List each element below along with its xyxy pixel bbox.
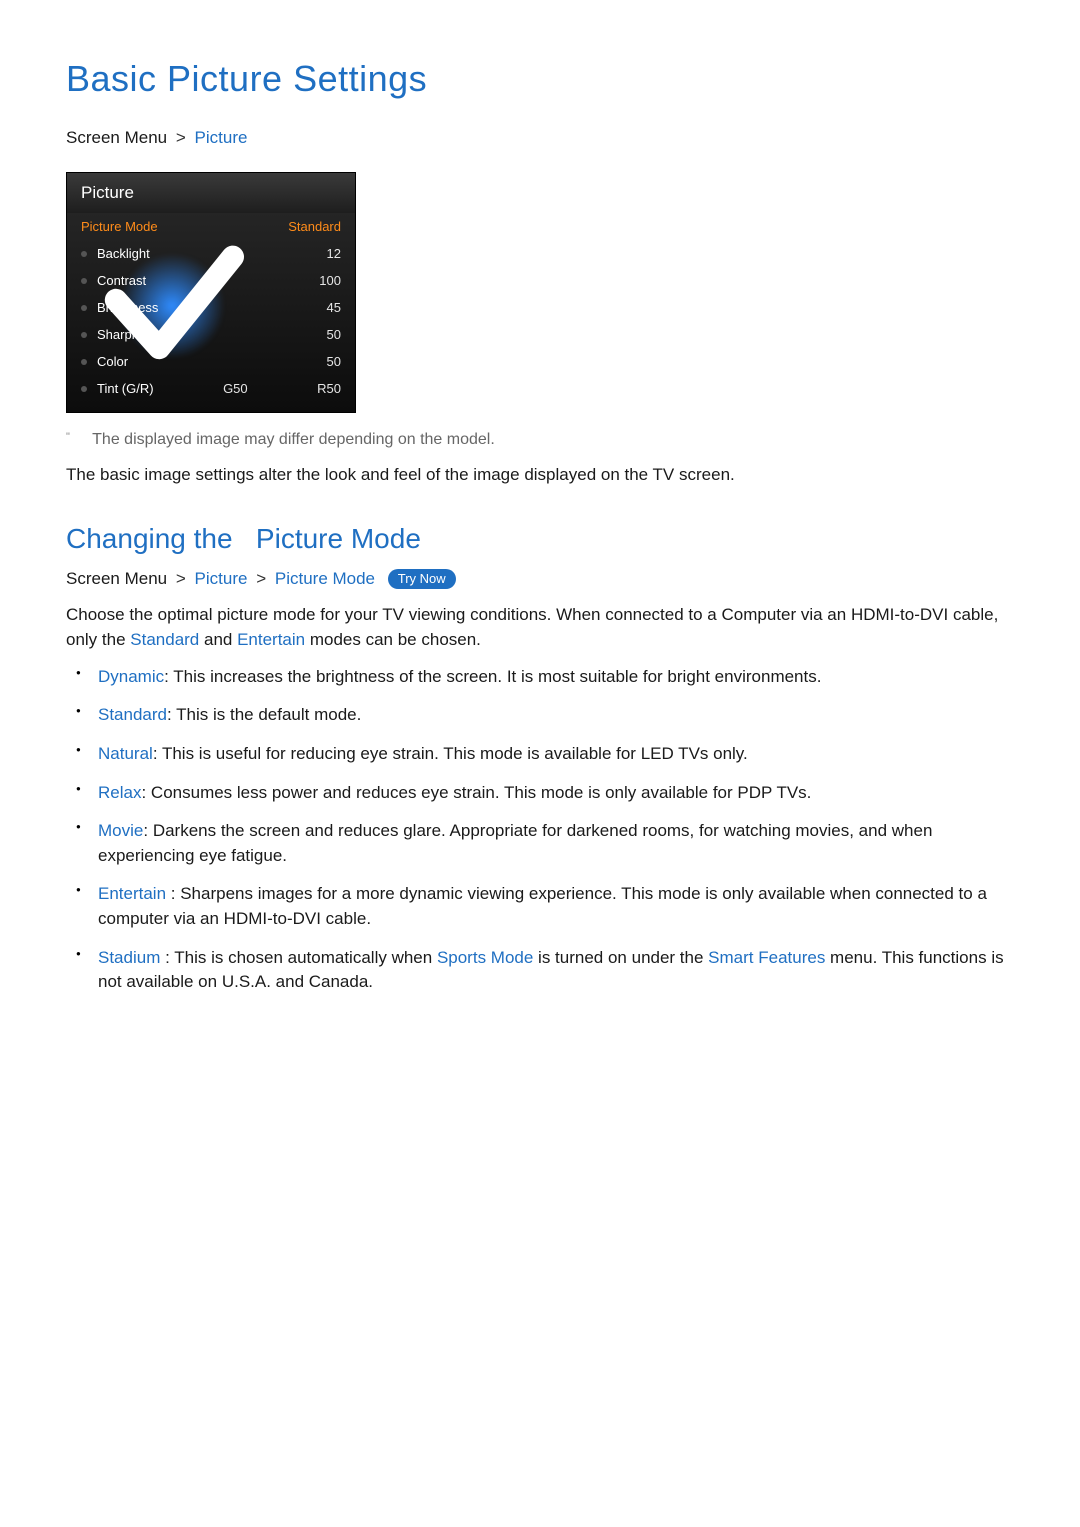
mode-name: Stadium bbox=[98, 948, 160, 967]
bullet-icon bbox=[81, 278, 87, 284]
menu-row-label: Picture Mode bbox=[81, 219, 158, 234]
breadcrumb-top: Screen Menu > Picture bbox=[66, 128, 1014, 148]
section-title-part-a: Changing the bbox=[66, 523, 240, 554]
intro-e: modes can be chosen. bbox=[305, 630, 481, 649]
intro-b: Standard bbox=[130, 630, 199, 649]
mode-sep: : bbox=[153, 744, 162, 763]
menu-row-brightness[interactable]: Brightness 45 bbox=[67, 294, 355, 321]
mode-text: Consumes less power and reduces eye stra… bbox=[151, 783, 812, 802]
model-note: " The displayed image may differ dependi… bbox=[66, 431, 1014, 449]
intro-paragraph: The basic image settings alter the look … bbox=[66, 463, 1014, 487]
mode-name: Standard bbox=[98, 705, 167, 724]
breadcrumb-sep: > bbox=[176, 128, 186, 147]
menu-row-backlight[interactable]: Backlight 12 bbox=[67, 240, 355, 267]
menu-row-label: Sharpness bbox=[97, 327, 159, 342]
mode-list: Dynamic: This increases the brightness o… bbox=[66, 665, 1014, 995]
mode-sep: : bbox=[143, 821, 152, 840]
breadcrumb-sep: > bbox=[176, 569, 186, 588]
mode-text: This increases the brightness of the scr… bbox=[173, 667, 821, 686]
mode-name: Relax bbox=[98, 783, 141, 802]
menu-row-value: 50 bbox=[327, 327, 341, 342]
mode-sep: : bbox=[160, 948, 174, 967]
section-title-changing: Changing the Picture Mode bbox=[66, 523, 1014, 555]
menu-row-picture-mode[interactable]: Picture Mode Standard bbox=[67, 213, 355, 240]
menu-row-value: 12 bbox=[327, 246, 341, 261]
mode-name: Movie bbox=[98, 821, 143, 840]
menu-row-value: 45 bbox=[327, 300, 341, 315]
bullet-icon bbox=[81, 386, 87, 392]
mode-sep: : bbox=[166, 884, 180, 903]
mode-sep: : bbox=[167, 705, 176, 724]
mode-name: Natural bbox=[98, 744, 153, 763]
bullet-icon bbox=[81, 332, 87, 338]
breadcrumb-leaf: Picture bbox=[195, 128, 248, 147]
mode-item-stadium: Stadium : This is chosen automatically w… bbox=[94, 946, 1014, 995]
menu-row-label: Tint (G/R) bbox=[97, 381, 154, 396]
bullet-icon bbox=[81, 359, 87, 365]
stadium-k2: Smart Features bbox=[708, 948, 825, 967]
mode-text: Sharpens images for a more dynamic viewi… bbox=[98, 884, 987, 928]
menu-row-tint[interactable]: Tint (G/R) G50 R50 bbox=[67, 375, 355, 402]
mode-item-dynamic: Dynamic: This increases the brightness o… bbox=[94, 665, 1014, 690]
mode-sep: : bbox=[164, 667, 173, 686]
mode-intro-paragraph: Choose the optimal picture mode for your… bbox=[66, 603, 1014, 652]
model-note-text: The displayed image may differ depending… bbox=[92, 431, 495, 448]
try-now-button[interactable]: Try Now bbox=[388, 569, 456, 589]
page-title: Basic Picture Settings bbox=[66, 58, 1014, 100]
menu-row-sharpness[interactable]: Sharpness 50 bbox=[67, 321, 355, 348]
breadcrumb-l1: Picture bbox=[195, 569, 248, 588]
menu-row-value: 100 bbox=[319, 273, 341, 288]
mode-sep: : bbox=[141, 783, 150, 802]
section-title-part-b: Picture Mode bbox=[256, 523, 421, 554]
menu-row-value: 50 bbox=[327, 354, 341, 369]
breadcrumb-root: Screen Menu bbox=[66, 128, 167, 147]
bullet-icon bbox=[81, 251, 87, 257]
mode-item-movie: Movie: Darkens the screen and reduces gl… bbox=[94, 819, 1014, 868]
mode-text: This is the default mode. bbox=[176, 705, 361, 724]
mode-text: Darkens the screen and reduces glare. Ap… bbox=[98, 821, 932, 865]
menu-row-value: R50 bbox=[317, 381, 341, 396]
mode-name: Entertain bbox=[98, 884, 166, 903]
stadium-t2: is turned on under the bbox=[533, 948, 708, 967]
intro-c: and bbox=[199, 630, 237, 649]
bullet-icon bbox=[81, 305, 87, 311]
breadcrumb-sep: > bbox=[256, 569, 266, 588]
quote-icon: " bbox=[66, 431, 88, 443]
stadium-k1: Sports Mode bbox=[437, 948, 533, 967]
mode-text: This is useful for reducing eye strain. … bbox=[162, 744, 748, 763]
menu-panel-header: Picture bbox=[67, 173, 355, 213]
mode-item-natural: Natural: This is useful for reducing eye… bbox=[94, 742, 1014, 767]
menu-row-contrast[interactable]: Contrast 100 bbox=[67, 267, 355, 294]
menu-row-label: Contrast bbox=[97, 273, 146, 288]
breadcrumb-l2: Picture Mode bbox=[275, 569, 375, 588]
menu-row-label: Backlight bbox=[97, 246, 150, 261]
mode-name: Dynamic bbox=[98, 667, 164, 686]
menu-row-value: Standard bbox=[288, 219, 341, 234]
intro-d: Entertain bbox=[237, 630, 305, 649]
stadium-t1: This is chosen automatically when bbox=[174, 948, 437, 967]
breadcrumb-section: Screen Menu > Picture > Picture Mode Try… bbox=[66, 569, 1014, 590]
mode-item-entertain: Entertain : Sharpens images for a more d… bbox=[94, 882, 1014, 931]
mode-item-relax: Relax: Consumes less power and reduces e… bbox=[94, 781, 1014, 806]
breadcrumb-root: Screen Menu bbox=[66, 569, 167, 588]
mode-item-standard: Standard: This is the default mode. bbox=[94, 703, 1014, 728]
picture-menu-panel: Picture Picture Mode Standard Backlight … bbox=[66, 172, 356, 413]
menu-row-mid: G50 bbox=[154, 381, 318, 396]
menu-row-label: Color bbox=[97, 354, 128, 369]
menu-row-label: Brightness bbox=[97, 300, 158, 315]
menu-row-color[interactable]: Color 50 bbox=[67, 348, 355, 375]
